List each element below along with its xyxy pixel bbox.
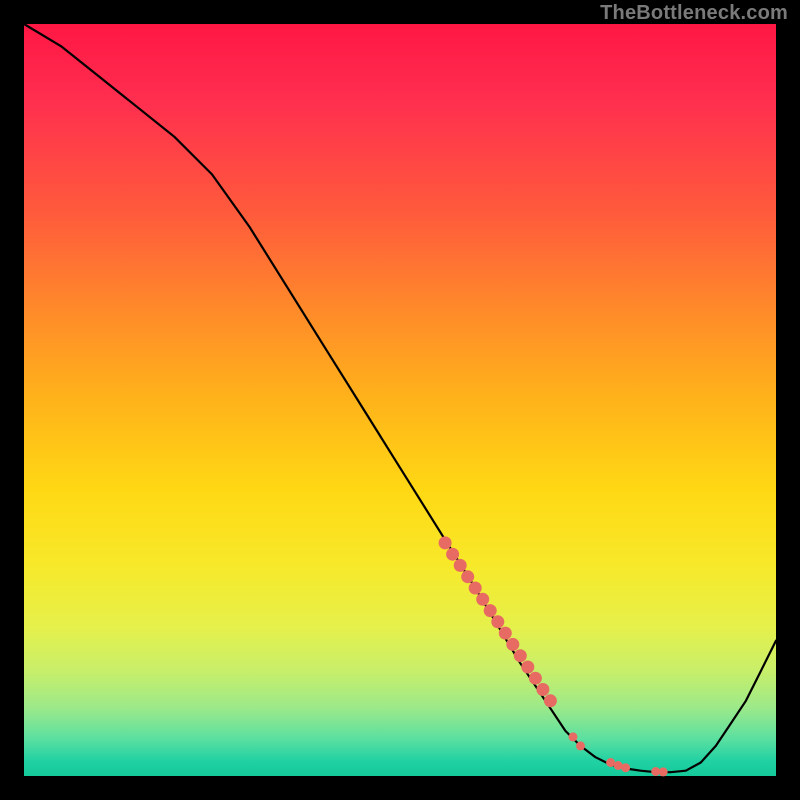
curve-marker	[521, 661, 534, 674]
curve-marker	[576, 741, 585, 750]
curve-marker	[469, 582, 482, 595]
bottleneck-curve	[24, 24, 776, 772]
marker-group	[439, 536, 668, 776]
curve-marker	[439, 536, 452, 549]
curve-marker	[506, 638, 519, 651]
curve-marker	[621, 763, 630, 772]
curve-marker	[659, 767, 668, 776]
plot-area	[24, 24, 776, 776]
curve-marker	[491, 615, 504, 628]
curve-marker	[484, 604, 497, 617]
curve-marker	[499, 627, 512, 640]
curve-marker	[476, 593, 489, 606]
chart-overlay	[24, 24, 776, 776]
curve-marker	[461, 570, 474, 583]
curve-marker	[569, 732, 578, 741]
curve-marker	[514, 649, 527, 662]
attribution-label: TheBottleneck.com	[600, 2, 788, 25]
chart-frame: TheBottleneck.com	[0, 0, 800, 800]
curve-marker	[529, 672, 542, 685]
curve-marker	[544, 694, 557, 707]
curve-marker	[536, 683, 549, 696]
curve-marker	[446, 548, 459, 561]
curve-marker	[454, 559, 467, 572]
